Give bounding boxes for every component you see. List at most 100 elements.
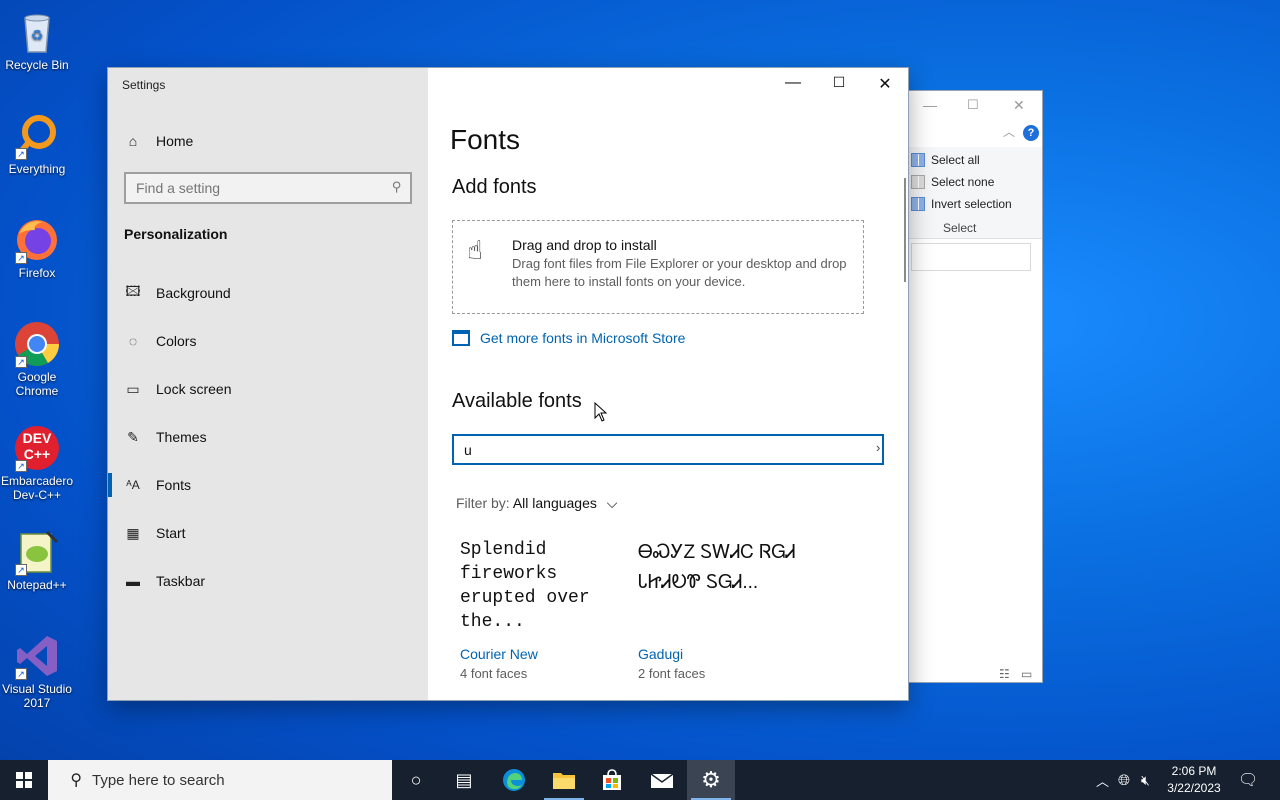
folder-icon	[553, 773, 575, 789]
ribbon-group-label: Select	[943, 221, 977, 235]
fonts-icon: ᴬA	[126, 478, 140, 492]
nav-item-start[interactable]: ▦ Start	[108, 513, 428, 553]
desktop-icon-label: Everything	[8, 162, 66, 176]
devcpp-icon: DEV C++ ↗	[13, 424, 61, 472]
edge-button[interactable]	[490, 760, 538, 800]
font-drop-zone[interactable]: ☝ Drag and drop to install Drag font fil…	[452, 220, 864, 314]
page-title: Fonts	[450, 124, 521, 155]
details-view-icon[interactable]: ☷	[999, 667, 1010, 681]
nav-item-colors[interactable]: ◌ Colors	[108, 321, 428, 361]
select-none-icon	[911, 175, 925, 189]
explorer-search-box[interactable]	[911, 243, 1031, 271]
taskbar-clock[interactable]: 2:06 PM 3/22/2023	[1163, 763, 1225, 797]
globe-icon: 🌐︎	[1118, 771, 1131, 789]
windows-logo-icon	[16, 772, 32, 788]
task-view-button[interactable]: ▤	[440, 760, 488, 800]
available-fonts-heading: Available fonts	[452, 390, 582, 412]
mouse-cursor-icon	[594, 402, 608, 422]
file-explorer-window[interactable]: — ☐ ✕ ︿ ? Select all Select none Invert …	[906, 90, 1043, 683]
collapse-ribbon-icon[interactable]: ︿	[1003, 123, 1015, 140]
firefox-icon: ↗	[13, 216, 61, 264]
content-scrollbar[interactable]	[904, 178, 906, 282]
select-all-button[interactable]: Select all	[911, 153, 980, 167]
drop-title: Drag and drop to install	[512, 237, 657, 253]
explorer-ribbon: Select all Select none Invert selection …	[907, 147, 1042, 239]
desktop-icon-label: Google Chrome	[15, 370, 59, 398]
palette-icon: ◌	[128, 333, 138, 349]
network-button[interactable]: 🌐︎	[1118, 760, 1130, 800]
clock-time: 2:06 PM	[1171, 764, 1217, 778]
visual-studio-icon: ↗	[13, 632, 61, 680]
font-name: Gadugi	[638, 646, 684, 662]
font-search-input[interactable]	[452, 434, 884, 465]
volume-muted-icon: 🔇︎	[1141, 771, 1150, 788]
desktop-icon-notepadpp[interactable]: ↗ Notepad++	[0, 528, 74, 592]
action-center-button[interactable]: 🗨︎	[1238, 760, 1258, 800]
desktop-icon-label: Embarcadero Dev-C++	[0, 474, 74, 502]
explorer-minimize-button[interactable]: —	[923, 97, 937, 113]
search-icon: ⚲	[392, 179, 402, 194]
language-filter[interactable]: Filter by: All languages ⌵	[456, 495, 617, 512]
minimize-button[interactable]: —	[778, 74, 808, 94]
desktop-icon-everything[interactable]: ↗ Everything	[0, 112, 74, 176]
nav-home[interactable]: ⌂ Home	[108, 121, 428, 161]
hand-pointer-icon: ☝	[467, 235, 483, 265]
nav-item-themes[interactable]: ✎ Themes	[108, 417, 428, 457]
settings-sidebar: Settings ⌂ Home Find a setting ⚲ Persona…	[108, 68, 428, 700]
desktop-icon-devcpp[interactable]: DEV C++ ↗ Embarcadero Dev-C++	[0, 424, 74, 502]
select-all-icon	[911, 153, 925, 167]
cortana-button[interactable]: ○	[392, 760, 440, 800]
font-preview: Splendid fireworks erupted over the...	[460, 540, 590, 632]
explorer-maximize-button[interactable]: ☐	[967, 97, 979, 113]
taskbar-search-box[interactable]: ⚲ Type here to search	[48, 760, 392, 800]
find-setting-input[interactable]: Find a setting ⚲	[124, 172, 412, 204]
desktop-icon-visual-studio[interactable]: ↗ Visual Studio 2017	[0, 632, 74, 710]
microsoft-store-button[interactable]	[588, 760, 636, 800]
nav-item-background[interactable]: 🖾 Background	[108, 273, 428, 313]
settings-content: — ☐ ✕ Fonts Add fonts ☝ Drag and drop to…	[428, 68, 908, 700]
lock-screen-icon: ▭	[126, 380, 140, 397]
desktop-icon-recycle-bin[interactable]: ♻ Recycle Bin	[0, 8, 74, 72]
invert-selection-icon	[911, 197, 925, 211]
desktop-icon-label: Firefox	[18, 266, 56, 280]
section-heading: Personalization	[124, 226, 228, 242]
taskbar: ⚲ Type here to search ○ ▤ ⚙ ︿ 🌐︎ 🔇︎ 2:06…	[0, 760, 1280, 800]
invert-selection-button[interactable]: Invert selection	[911, 197, 1012, 211]
font-card-courier-new[interactable]: Splendid fireworks erupted over the... C…	[460, 538, 630, 681]
clock-date: 3/22/2023	[1167, 781, 1221, 795]
nav-item-fonts[interactable]: ᴬA Fonts	[108, 465, 428, 505]
desktop-icon-firefox[interactable]: ↗ Firefox	[0, 216, 74, 280]
svg-text:♻: ♻	[31, 27, 44, 43]
show-hidden-icons-button[interactable]: ︿	[1096, 760, 1109, 800]
settings-window: Settings ⌂ Home Find a setting ⚲ Persona…	[108, 68, 908, 700]
volume-button[interactable]: 🔇︎	[1141, 760, 1150, 800]
search-icon: ⚲	[70, 772, 82, 789]
window-title: Settings	[122, 78, 166, 92]
file-explorer-button[interactable]	[540, 760, 588, 800]
maximize-button[interactable]: ☐	[824, 74, 854, 94]
mail-button[interactable]	[638, 760, 686, 800]
start-button[interactable]	[0, 760, 48, 800]
font-faces: 2 font faces	[638, 666, 706, 681]
chrome-icon: ↗	[13, 320, 61, 368]
microsoft-store-link[interactable]: Get more fonts in Microsoft Store	[452, 330, 685, 346]
nav-item-taskbar[interactable]: ▬ Taskbar	[108, 561, 428, 601]
drop-description: Drag font files from File Explorer or yo…	[512, 256, 847, 289]
task-view-icon: ▤	[455, 769, 473, 790]
explorer-close-button[interactable]: ✕	[1013, 97, 1025, 114]
mail-icon	[650, 773, 674, 788]
start-icon: ▦	[126, 524, 140, 541]
desktop-icon-label: Notepad++	[7, 578, 67, 592]
select-none-button[interactable]: Select none	[911, 175, 994, 189]
settings-taskbar-button[interactable]: ⚙	[687, 760, 735, 800]
nav-item-lock-screen[interactable]: ▭ Lock screen	[108, 369, 428, 409]
font-card-gadugi[interactable]: ᎾᏍᎩZ ᏚᎳᏗᏟ ᏒᏀᏗ ᏓᏥᏗᎧᏈ ᏚᏀᏗ... Gadugi 2 font…	[638, 538, 808, 681]
taskbar-icon: ▬	[126, 573, 140, 589]
large-icons-view-icon[interactable]: ▭	[1021, 667, 1032, 681]
chevron-down-icon: ⌵	[606, 495, 618, 511]
close-button[interactable]: ✕	[870, 74, 900, 94]
desktop-icon-chrome[interactable]: ↗ Google Chrome	[0, 320, 74, 398]
help-icon[interactable]: ?	[1023, 125, 1039, 141]
filter-value: All languages	[512, 495, 597, 511]
edge-icon	[503, 769, 525, 791]
